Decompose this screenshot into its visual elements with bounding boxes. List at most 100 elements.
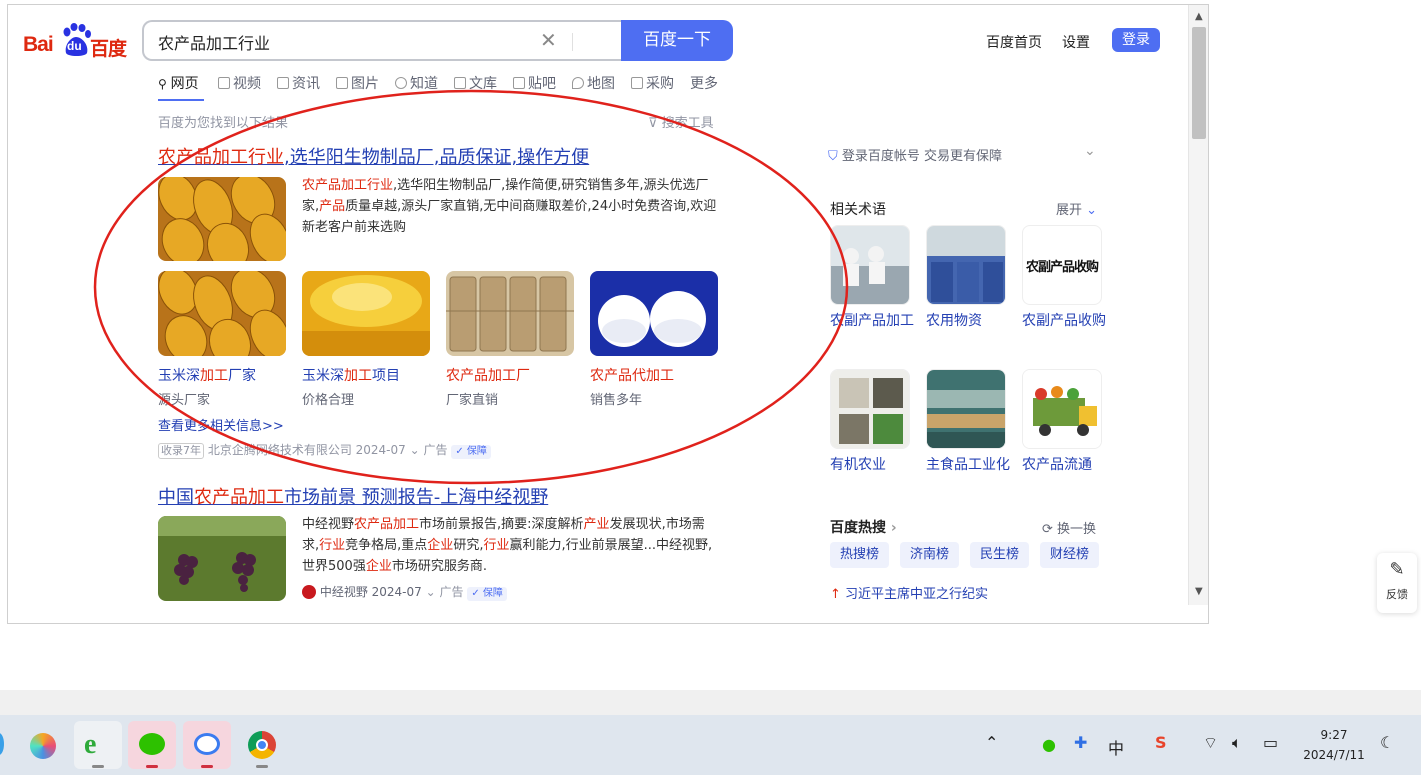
login-prompt[interactable]: ⛉ 登录百度帐号 交易更有保障: [828, 145, 1002, 164]
related-term-4[interactable]: 有机农业: [830, 369, 914, 476]
grapes-image[interactable]: [158, 516, 286, 601]
home-link[interactable]: 百度首页: [986, 32, 1042, 52]
hot-tag-1[interactable]: 热搜榜: [830, 542, 890, 568]
tab-web[interactable]: ⚲ 网页: [158, 73, 199, 93]
expand-button[interactable]: 展开 ⌄: [1056, 199, 1097, 218]
title-highlight: 农产品加工行业: [158, 147, 284, 168]
sogou-ime-icon[interactable]: S: [1155, 733, 1167, 752]
sub-link-text: 代加工: [632, 368, 674, 384]
sub-image-corn-grits[interactable]: [302, 271, 430, 356]
ime-indicator[interactable]: 中: [1108, 735, 1124, 759]
hot-search-title-text: 百度热搜: [830, 520, 886, 536]
dropdown-icon[interactable]: ⌄: [426, 585, 440, 599]
hot-tag-3[interactable]: 民生榜: [970, 542, 1030, 568]
related-term-3[interactable]: 农副产品收购 农副产品收购: [1022, 225, 1106, 332]
sub-link-text: 玉米深: [302, 368, 344, 384]
more-info-link[interactable]: 查看更多相关信息>>: [158, 415, 284, 434]
tab-tieba[interactable]: 贴吧: [513, 73, 556, 93]
hot-tag-4[interactable]: 财经榜: [1040, 542, 1100, 568]
search-tools-button[interactable]: ⊽ 搜索工具: [648, 112, 714, 131]
clock[interactable]: 9:27 2024/7/11: [1298, 725, 1370, 765]
taskbar-app-chrome[interactable]: [238, 721, 286, 769]
scrollbar-thumb[interactable]: [1192, 27, 1206, 139]
tab-label: 知道: [410, 76, 438, 92]
baidu-logo[interactable]: Bai du 百度: [23, 23, 129, 61]
search-box[interactable]: ✕: [142, 20, 622, 61]
related-term-5[interactable]: 主食品工业化: [926, 369, 1010, 476]
taskbar-app-chat[interactable]: [183, 721, 231, 769]
sub-link-1[interactable]: 玉米深加工厂家: [158, 365, 256, 385]
sub-link-2[interactable]: 玉米深加工项目: [302, 365, 400, 385]
taskbar-app-ie[interactable]: e: [74, 721, 122, 769]
sub-image-powder[interactable]: [590, 271, 718, 356]
wechat-tray-icon[interactable]: ●: [1042, 735, 1056, 754]
tab-label: 图片: [351, 76, 379, 92]
refresh-button[interactable]: ⟳ 换一换: [1042, 518, 1096, 537]
scrollbar[interactable]: ▲ ▼: [1188, 5, 1208, 605]
clear-icon[interactable]: ✕: [540, 28, 557, 52]
desc-highlight: 行业: [483, 538, 510, 553]
tab-zhidao[interactable]: 知道: [395, 73, 438, 93]
term-label: 农副产品收购: [1022, 313, 1106, 329]
tab-map[interactable]: 地图: [572, 73, 615, 93]
battery-icon[interactable]: ▭: [1263, 733, 1278, 752]
sub-link-text: 厂: [516, 368, 530, 384]
sub-link-text: 厂家: [228, 368, 256, 384]
tab-images[interactable]: 图片: [336, 73, 379, 93]
ad-label: 广告: [423, 443, 448, 457]
feedback-button[interactable]: ✎ 反馈: [1377, 553, 1417, 613]
sub-link-3[interactable]: 农产品加工厂: [446, 365, 530, 385]
document-icon: [454, 77, 466, 89]
tab-wenku[interactable]: 文库: [454, 73, 497, 93]
settings-link[interactable]: 设置: [1062, 32, 1090, 52]
term-label: 主食品工业化: [926, 457, 1010, 473]
login-button[interactable]: 登录: [1112, 28, 1160, 52]
sub-image-corn[interactable]: [158, 271, 286, 356]
taskbar-app-ai[interactable]: [18, 721, 66, 769]
zhongjing-logo-icon: [302, 585, 316, 599]
chevron-up-icon[interactable]: ⌃: [985, 733, 998, 752]
map-pin-icon: [572, 77, 584, 89]
shield-icon: ✓: [455, 446, 467, 457]
scroll-up-arrow-icon[interactable]: ▲: [1195, 12, 1203, 22]
moon-icon[interactable]: ☾: [1380, 733, 1394, 752]
company-name: 中经视野 2024-07: [319, 585, 422, 599]
tab-label: 视频: [233, 76, 261, 92]
hot-tag-2[interactable]: 济南榜: [900, 542, 960, 568]
related-term-2[interactable]: 农用物资: [926, 225, 1010, 332]
tab-more[interactable]: 更多: [690, 73, 718, 93]
result-1-title[interactable]: 农产品加工行业,选华阳生物制品厂,品质保证,操作方便: [158, 143, 589, 169]
desc-highlight: 行业: [319, 538, 346, 553]
chevron-down-icon: ⌄: [1082, 203, 1098, 218]
clock-time: 9:27: [1320, 728, 1348, 742]
sub-image-barrels[interactable]: [446, 271, 574, 356]
term-image: 农副产品收购: [1022, 225, 1102, 305]
scroll-down-arrow-icon[interactable]: ▼: [1195, 587, 1203, 597]
arrow-up-icon: ↑: [830, 587, 846, 602]
search-input[interactable]: [158, 32, 518, 51]
refresh-icon: ⟳: [1042, 522, 1058, 537]
taskbar-app-wechat[interactable]: [128, 721, 176, 769]
corn-image[interactable]: [158, 177, 286, 261]
title-text: 中国: [158, 487, 194, 508]
sub-link-highlight: 加工: [200, 368, 228, 384]
sub-link-4[interactable]: 农产品代加工: [590, 365, 674, 385]
tab-label: 文库: [469, 76, 497, 92]
chevron-down-icon[interactable]: ⌄: [1084, 143, 1096, 159]
tab-purchase[interactable]: 采购: [631, 73, 674, 93]
related-term-1[interactable]: 农副产品加工: [830, 225, 914, 332]
partial-app-icon[interactable]: [0, 733, 4, 755]
dropdown-icon[interactable]: ⌄: [410, 443, 424, 457]
hot-item-1[interactable]: ↑ 习近平主席中亚之行纪实: [830, 583, 988, 602]
search-button[interactable]: 百度一下: [621, 20, 733, 61]
volume-icon[interactable]: 🔈︎: [1232, 733, 1242, 753]
result-2-title[interactable]: 中国农产品加工市场前景 预测报告-上海中经视野: [158, 483, 548, 509]
tab-video[interactable]: 视频: [218, 73, 261, 93]
company-name: 北京企腾网络技术有限公司 2024-07: [207, 443, 406, 457]
desktop-background-bottom: [0, 624, 1397, 690]
wifi-icon[interactable]: ⌔: [1203, 733, 1218, 753]
related-term-6[interactable]: 农产品流通: [1022, 369, 1106, 476]
sync-tray-icon[interactable]: ✚: [1074, 733, 1087, 752]
hot-search-title[interactable]: 百度热搜 ›: [830, 517, 897, 537]
tab-news[interactable]: 资讯: [277, 73, 320, 93]
